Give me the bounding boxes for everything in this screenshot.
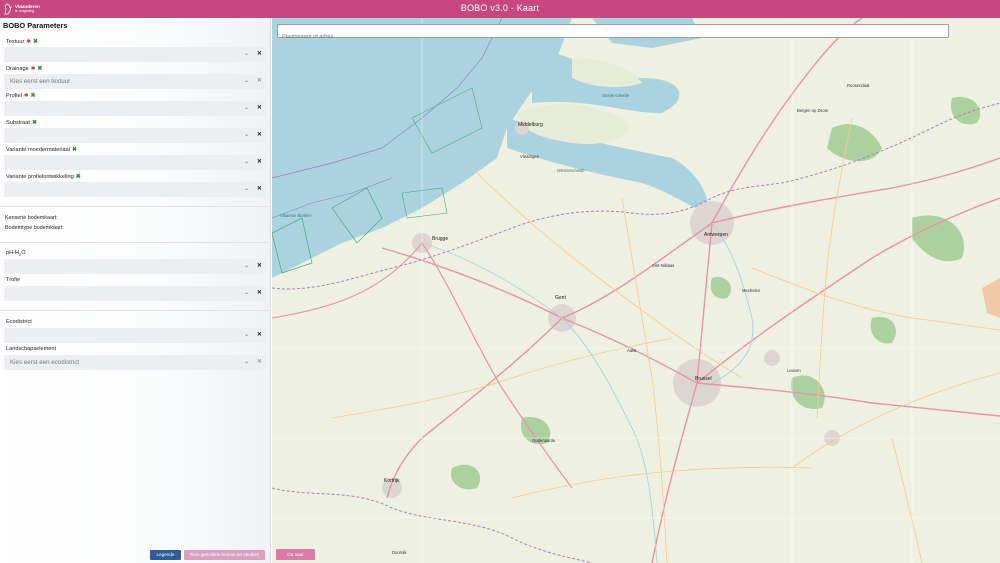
variante-profielontwikkeling-label: Variante profielontwikkeling ✖ bbox=[6, 173, 81, 181]
chevron-down-icon[interactable]: ⌄ bbox=[244, 131, 249, 138]
clear-x-icon[interactable]: ✖ bbox=[30, 92, 35, 99]
chevron-down-icon[interactable]: ⌄ bbox=[244, 331, 249, 338]
map-label-mechelen: Mechelen bbox=[742, 288, 761, 293]
map-label-roosendaal: Roosendaal bbox=[847, 83, 870, 88]
substraat-select[interactable]: ⌄ ✕ bbox=[4, 128, 266, 143]
variante-moedermateriaal-label: Variante moedermateriaal ✖ bbox=[6, 146, 77, 154]
landschapselement-label: Landschapselement bbox=[6, 346, 57, 352]
map-label-brugge: Brugge bbox=[432, 236, 449, 242]
map-label-kortrijk: Kortrijk bbox=[384, 478, 400, 484]
clear-icon[interactable]: ✕ bbox=[257, 77, 262, 84]
clear-x-icon[interactable]: ✖ bbox=[32, 119, 37, 126]
map-label-oudenaarde: Oudenaarde bbox=[532, 438, 556, 443]
clear-icon[interactable]: ✕ bbox=[257, 104, 262, 111]
clear-icon[interactable]: ✕ bbox=[257, 262, 262, 269]
clear-icon[interactable]: ✕ bbox=[257, 158, 262, 165]
map-tiles[interactable] bbox=[272, 18, 1000, 563]
chevron-down-icon[interactable]: ⌄ bbox=[244, 50, 249, 57]
chevron-down-icon[interactable]: ⌄ bbox=[244, 185, 249, 192]
location-search[interactable] bbox=[277, 24, 949, 43]
map-label-aalst: Aalst bbox=[627, 348, 637, 353]
app-title: BOBO v3.0 - Kaart bbox=[460, 3, 540, 13]
map-label-oosterschelde: Oosterschelde bbox=[602, 93, 629, 98]
map-label-vlissingen: Vlissingen bbox=[520, 154, 540, 159]
show-trees-shrubs-button[interactable]: Toon geschikte bomen en struiken bbox=[184, 550, 265, 560]
clear-icon[interactable]: ✕ bbox=[257, 289, 262, 296]
profiel-select[interactable]: ⌄ ✕ bbox=[4, 101, 266, 116]
map-label-middelburg: Middelburg bbox=[518, 122, 543, 128]
chevron-down-icon[interactable]: ⌄ bbox=[244, 104, 249, 111]
divider bbox=[0, 310, 271, 311]
textuur-label: Textuur ✱ ✖ bbox=[6, 38, 38, 46]
location-search-input[interactable] bbox=[278, 31, 948, 43]
map-label-leuven: Leuven bbox=[787, 368, 801, 373]
clear-icon[interactable]: ✕ bbox=[257, 185, 262, 192]
variante-moedermateriaal-select[interactable]: ⌄ ✕ bbox=[4, 155, 266, 170]
map-label-brussel: Brussel bbox=[695, 376, 712, 382]
divider bbox=[0, 206, 271, 207]
clear-x-icon[interactable]: ✖ bbox=[76, 173, 81, 180]
map-label-bergen-op-zoom: Bergen op Zoom bbox=[797, 108, 829, 113]
chevron-down-icon[interactable]: ⌄ bbox=[244, 262, 249, 269]
sidebar-title: BOBO Parameters bbox=[3, 21, 68, 30]
chevron-down-icon[interactable]: ⌄ bbox=[244, 289, 249, 296]
ecodistrict-select[interactable]: ⌄ ✕ bbox=[4, 328, 266, 343]
trofie-select[interactable]: ⌄ ✕ bbox=[4, 286, 266, 301]
landschapselement-select[interactable]: Kies eerst een ecodistrict ⌄ ✕ bbox=[4, 355, 266, 370]
chevron-down-icon[interactable]: ⌄ bbox=[244, 77, 249, 84]
map-view[interactable]: Middelburg Vlissingen Brugge Gent Antwer… bbox=[272, 18, 1000, 563]
kenserie-bodemkaart-info: Kenserie bodemkaart: bbox=[5, 215, 58, 221]
clear-icon[interactable]: ✕ bbox=[257, 358, 262, 365]
textuur-select[interactable]: ⌄ ✕ bbox=[4, 47, 266, 62]
clear-icon[interactable]: ✕ bbox=[257, 131, 262, 138]
variante-profielontwikkeling-select[interactable]: ⌄ ✕ bbox=[4, 182, 266, 197]
map-label-antwerpen: Antwerpen bbox=[704, 232, 728, 238]
go-to-button[interactable]: Ga naar bbox=[276, 549, 315, 560]
divider bbox=[0, 242, 271, 243]
bodemtype-bodemkaart-info: Bodemtype bodemkaart: bbox=[5, 225, 64, 231]
ph-label: pH-H2O bbox=[6, 250, 26, 258]
map-label-doornik: Doornik bbox=[392, 550, 407, 555]
required-star-icon: ✱ bbox=[23, 92, 29, 99]
clear-x-icon[interactable]: ✖ bbox=[33, 38, 38, 45]
chevron-down-icon[interactable]: ⌄ bbox=[244, 158, 249, 165]
map-label-westerschelde: Westerschelde bbox=[557, 168, 585, 173]
chevron-down-icon[interactable]: ⌄ bbox=[244, 358, 249, 365]
trofie-label: Trofie bbox=[6, 277, 21, 283]
required-star-icon: ✱ bbox=[26, 38, 31, 45]
ph-select[interactable]: ⌄ ✕ bbox=[4, 259, 266, 274]
drainage-label: Drainage ✱ ✖ bbox=[6, 65, 43, 73]
required-star-icon: ✱ bbox=[30, 65, 36, 72]
substraat-label: Substraat ✖ bbox=[6, 119, 37, 127]
clear-icon[interactable]: ✕ bbox=[257, 50, 262, 57]
ecodistrict-label: Ecodistrict bbox=[6, 319, 32, 325]
map-label-vlaamse-banken: Vlaamse Banken bbox=[280, 213, 312, 218]
parameters-sidebar: BOBO Parameters Textuur ✱ ✖ ⌄ ✕ Drainage… bbox=[0, 18, 271, 563]
clear-x-icon[interactable]: ✖ bbox=[72, 146, 77, 153]
map-label-sint-niklaas: Sint-Niklaas bbox=[652, 263, 675, 268]
drainage-select[interactable]: Kies eerst een textuur ⌄ ✕ bbox=[4, 74, 266, 89]
clear-x-icon[interactable]: ✖ bbox=[37, 65, 42, 72]
clear-icon[interactable]: ✕ bbox=[257, 331, 262, 338]
top-bar: Vlaanderen is omgeving BOBO v3.0 - Kaart bbox=[0, 0, 1000, 18]
legend-button[interactable]: Legende bbox=[150, 550, 181, 560]
profiel-label: Profiel ✱ ✖ bbox=[6, 92, 36, 100]
map-label-gent: Gent bbox=[555, 295, 566, 301]
